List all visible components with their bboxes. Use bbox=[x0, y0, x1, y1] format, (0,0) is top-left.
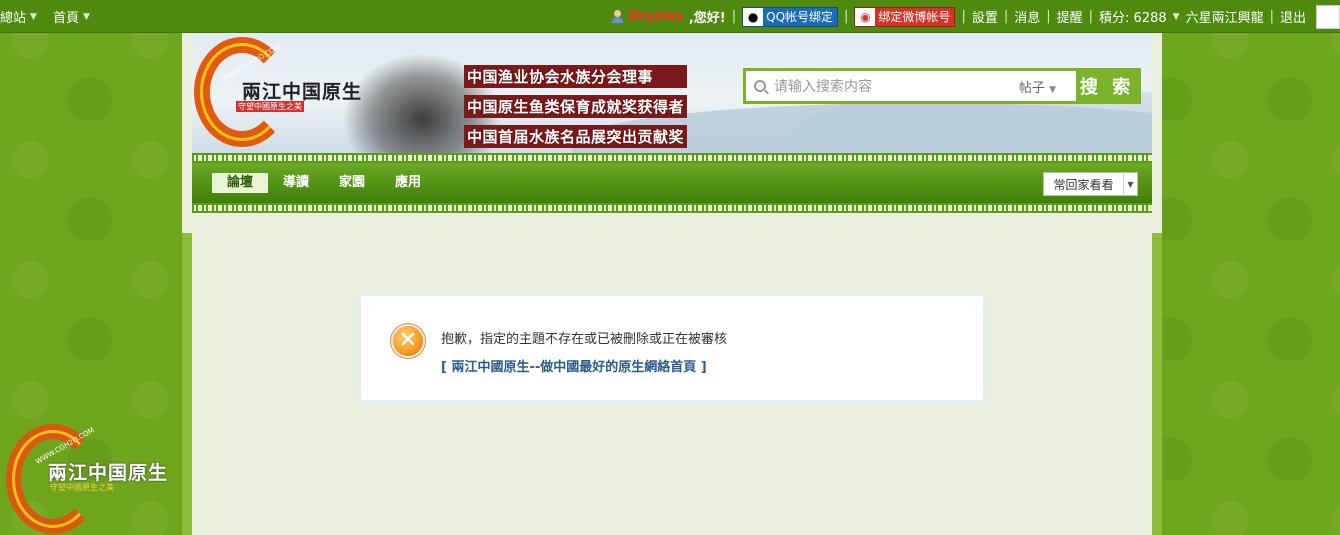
top-toolbar: 總站 ▼ 首頁 ▼ Dryzias ,您好! | ● QQ帐号绑定 | ◉ 绑定… bbox=[0, 0, 1340, 33]
logo-tagline: 守望中國原生之美 bbox=[236, 101, 304, 112]
chevron-down-icon: ▼ bbox=[1123, 173, 1137, 195]
close-circle-icon: ✕ bbox=[391, 324, 425, 358]
column-border-right bbox=[1152, 233, 1162, 535]
nav-item-apps[interactable]: 應用 bbox=[380, 173, 436, 193]
user-rank: 六星兩江興龍 bbox=[1185, 11, 1264, 26]
honors-list: 中国渔业协会水族分会理事 中国原生鱼类保育成就奖获得者 中国首届水族名品展突出贡… bbox=[464, 65, 688, 148]
home-link[interactable]: [ 兩江中國原生--做中國最好的原生網絡首頁 ] bbox=[441, 356, 707, 375]
fret-border bbox=[192, 153, 1152, 163]
search-button[interactable]: 搜 索 bbox=[1076, 71, 1138, 101]
fret-border bbox=[192, 203, 1152, 213]
error-message-box: ✕ 抱歉，指定的主題不存在或已被刪除或正在被審核 [ 兩江中國原生--做中國最好… bbox=[358, 293, 986, 403]
chevron-down-icon: ▼ bbox=[1049, 85, 1056, 95]
site-menu[interactable]: 總站 ▼ bbox=[0, 7, 37, 26]
honor-item: 中国首届水族名品展突出贡献奖 bbox=[464, 125, 688, 148]
greeting-text: ,您好! bbox=[688, 11, 726, 26]
weibo-bind-button[interactable]: ◉ 绑定微博帐号 bbox=[854, 6, 956, 27]
separator: | bbox=[1269, 9, 1274, 24]
avatar[interactable] bbox=[1316, 4, 1340, 29]
search-icon bbox=[754, 80, 766, 92]
logo-title: 兩江中国原生 bbox=[48, 462, 169, 484]
search-type-select[interactable]: 帖子 ▼ bbox=[1019, 77, 1056, 96]
error-message-text: 抱歉，指定的主題不存在或已被刪除或正在被審核 bbox=[441, 332, 728, 347]
logo-title: 兩江中国原生 bbox=[242, 81, 363, 103]
search-bar: 请输入搜索内容 帖子 ▼ 搜 索 bbox=[743, 68, 1141, 104]
honor-item: 中国原生鱼类保育成就奖获得者 bbox=[464, 95, 688, 118]
header-banner: WWW.CGH2O.COM 兩江中国原生 守望中國原生之美 中国渔业协会水族分会… bbox=[192, 33, 1152, 153]
honor-item: 中国渔业协会水族分会理事 bbox=[464, 65, 688, 88]
logo-tagline: 守望中國原生之美 bbox=[50, 483, 114, 492]
nav-item-forum[interactable]: 論壇 bbox=[212, 173, 269, 193]
nav-item-guide[interactable]: 導讀 bbox=[268, 173, 324, 193]
search-type-label: 帖子 bbox=[1018, 81, 1045, 96]
messages-link[interactable]: 消息 bbox=[1014, 7, 1040, 26]
weibo-icon: ◉ bbox=[855, 7, 876, 26]
home-menu[interactable]: 首頁 ▼ bbox=[53, 7, 90, 26]
user-icon bbox=[611, 9, 623, 24]
home-menu-label: 首頁 bbox=[52, 11, 79, 26]
chevron-down-icon: ▼ bbox=[30, 11, 37, 22]
separator: | bbox=[1003, 9, 1009, 24]
separator: | bbox=[1046, 9, 1051, 24]
qq-bind-label: QQ帐号绑定 bbox=[766, 10, 834, 24]
qq-icon: ● bbox=[743, 7, 764, 26]
corner-logo: WWW.CGH2O.COM 兩江中国原生 守望中國原生之美 bbox=[2, 420, 172, 535]
search-input[interactable]: 请输入搜索内容 帖子 ▼ bbox=[746, 71, 1076, 101]
qq-bind-button[interactable]: ● QQ帐号绑定 bbox=[742, 6, 839, 27]
column-border-left bbox=[182, 233, 192, 535]
reminders-link[interactable]: 提醒 bbox=[1057, 7, 1083, 26]
separator: | bbox=[961, 9, 966, 24]
chevron-down-icon: ▼ bbox=[82, 11, 90, 22]
quick-nav-select[interactable]: 常回家看看 ▼ bbox=[1043, 172, 1138, 196]
separator: | bbox=[844, 9, 849, 24]
separator: | bbox=[1088, 9, 1094, 24]
weibo-bind-label: 绑定微博帐号 bbox=[878, 10, 951, 24]
chevron-down-icon: ▼ bbox=[1172, 11, 1180, 22]
settings-link[interactable]: 設置 bbox=[972, 7, 998, 26]
site-menu-label: 總站 bbox=[0, 11, 27, 26]
credits-menu[interactable]: 積分: 6288 bbox=[1099, 7, 1167, 26]
nav-item-home[interactable]: 家園 bbox=[324, 173, 380, 193]
separator: | bbox=[731, 9, 737, 24]
quick-nav-label: 常回家看看 bbox=[1053, 177, 1114, 192]
username-link[interactable]: Dryzias bbox=[629, 9, 683, 24]
logout-link[interactable]: 退出 bbox=[1280, 7, 1306, 26]
main-nav: 論壇 導讀 家園 應用 常回家看看 ▼ bbox=[192, 163, 1152, 203]
search-placeholder: 请输入搜索内容 bbox=[774, 79, 872, 95]
